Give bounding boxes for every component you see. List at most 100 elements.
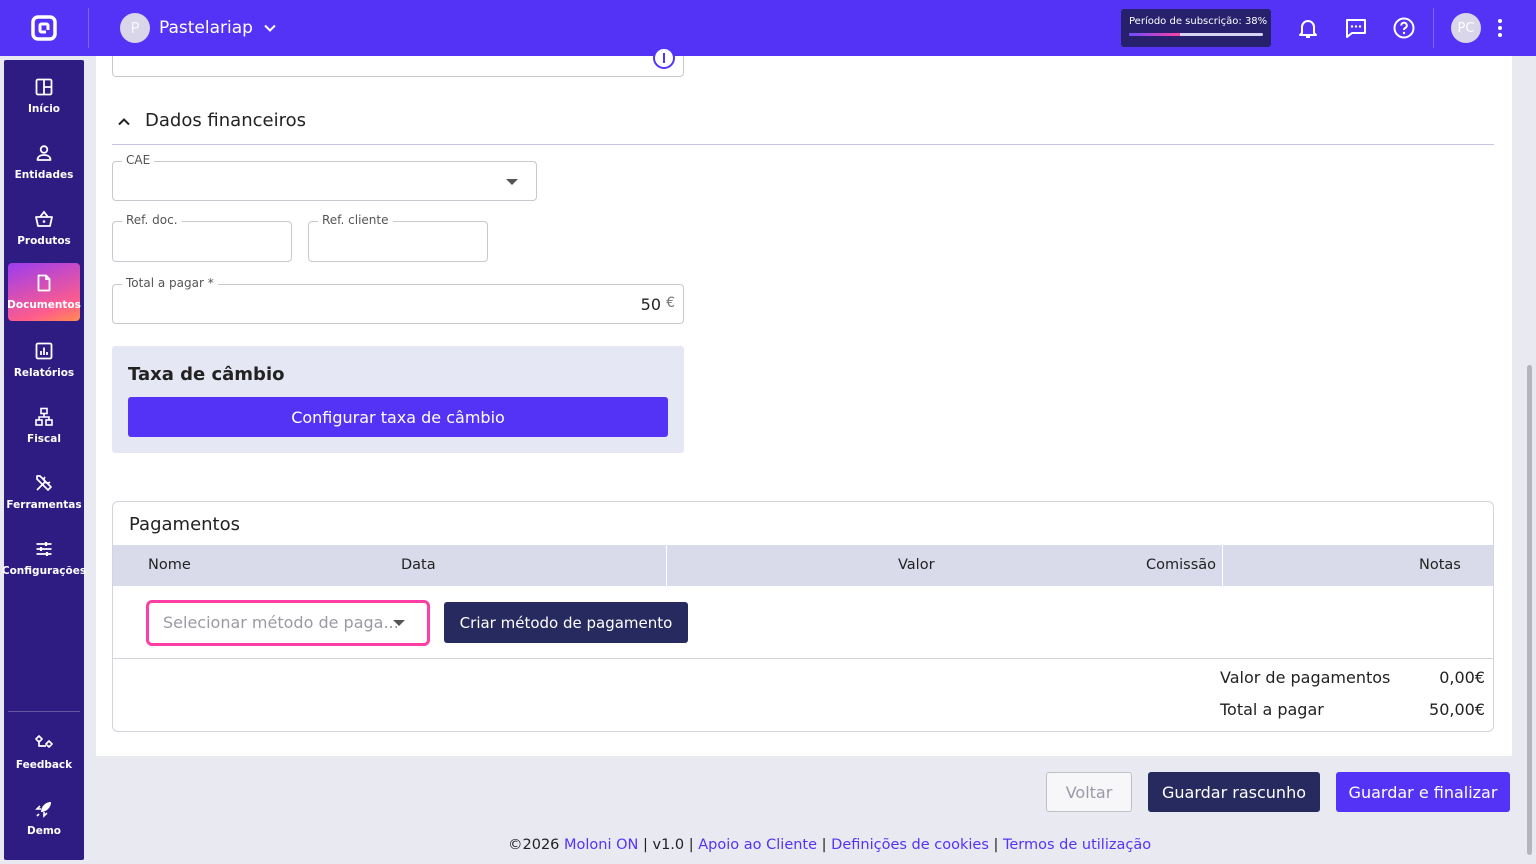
cae-label: CAE: [122, 153, 155, 167]
rocket-icon: [35, 802, 51, 818]
column-header-data: Data: [401, 557, 436, 573]
sidebar-divider: [8, 711, 80, 712]
ref-client-label: Ref. cliente: [318, 213, 393, 227]
sidebar-item-relatorios[interactable]: Relatórios: [8, 331, 80, 389]
user-avatar[interactable]: PC: [1451, 13, 1481, 43]
ref-doc-field[interactable]: Ref. doc.: [112, 213, 292, 262]
footer-version: v1.0: [652, 837, 685, 853]
payment-method-placeholder: Selecionar método de paga...: [163, 613, 399, 632]
save-draft-button[interactable]: Guardar rascunho: [1148, 772, 1320, 812]
bell-icon[interactable]: [1296, 16, 1320, 40]
create-payment-method-button[interactable]: Criar método de pagamento: [444, 602, 688, 643]
footer-support-link[interactable]: Apoio ao Cliente: [698, 837, 817, 853]
chevron-up-icon: [118, 118, 130, 126]
page-scrollbar[interactable]: [1527, 365, 1532, 855]
sidebar: Início Entidades Produtos Documentos Rel…: [2, 60, 86, 860]
help-icon[interactable]: [1392, 16, 1416, 40]
company-switcher[interactable]: P Pastelariap: [120, 13, 277, 43]
sidebar-item-documentos[interactable]: Documentos: [7, 263, 81, 321]
sidebar-item-label: Entidades: [14, 169, 74, 181]
feedback-icon: [35, 735, 53, 748]
document-icon: [37, 274, 51, 292]
footer-cookies-link[interactable]: Definições de cookies: [831, 837, 989, 853]
exchange-rate-title: Taxa de câmbio: [128, 364, 285, 385]
footer-brand-link[interactable]: Moloni ON: [564, 837, 638, 853]
sidebar-item-entidades[interactable]: Entidades: [8, 133, 80, 191]
total-to-pay-label: Total a pagar *: [122, 276, 218, 290]
person-icon: [36, 145, 52, 161]
sidebar-item-feedback[interactable]: Feedback: [8, 723, 80, 781]
header-divider: [88, 8, 89, 48]
header-divider: [1433, 8, 1434, 48]
currency-symbol: €: [666, 295, 675, 311]
caret-down-icon: [393, 620, 405, 626]
sidebar-item-inicio[interactable]: Início: [8, 67, 80, 125]
company-avatar: P: [120, 13, 150, 43]
add-circle-icon[interactable]: [652, 46, 676, 70]
payments-value-label: Valor de pagamentos: [1220, 668, 1391, 687]
table-divider: [113, 658, 1493, 659]
total-to-pay-summary-amount: 50,00€: [1429, 700, 1485, 719]
footer-terms-link[interactable]: Termos de utilização: [1003, 837, 1151, 853]
previous-field[interactable]: [112, 56, 684, 77]
footer-copyright: ©2026: [508, 837, 560, 853]
report-icon: [35, 342, 53, 360]
footer: ©2026 Moloni ON | v1.0 | Apoio ao Client…: [508, 837, 1151, 853]
footer-separator: |: [993, 837, 999, 853]
total-to-pay-field[interactable]: Total a pagar * 50 €: [112, 276, 684, 324]
column-divider: [666, 545, 667, 586]
payments-title: Pagamentos: [129, 514, 240, 535]
sliders-icon: [36, 542, 52, 556]
payments-panel: Pagamentos Nome Data Valor Comissão Nota…: [112, 501, 1494, 732]
cae-select[interactable]: CAE: [112, 153, 537, 201]
sidebar-item-label: Configurações: [1, 565, 87, 577]
chevron-down-icon: [264, 24, 276, 32]
sidebar-item-label: Início: [27, 103, 61, 115]
payment-method-select[interactable]: Selecionar método de paga...: [146, 600, 430, 646]
column-header-notas: Notas: [1419, 557, 1461, 573]
sidebar-item-label: Documentos: [7, 299, 81, 311]
total-to-pay-summary-label: Total a pagar: [1220, 700, 1324, 719]
company-name: Pastelariap: [159, 18, 253, 38]
moloni-logo-icon[interactable]: [30, 14, 58, 42]
ref-client-field[interactable]: Ref. cliente: [308, 213, 488, 262]
column-header-comissao: Comissão: [1146, 557, 1217, 573]
sidebar-item-label: Feedback: [15, 759, 73, 771]
save-finalize-button[interactable]: Guardar e finalizar: [1336, 772, 1510, 812]
sidebar-item-ferramentas[interactable]: Ferramentas: [6, 463, 82, 521]
top-bar: P Pastelariap Período de subscrição: 38%…: [0, 0, 1536, 56]
sidebar-item-produtos[interactable]: Produtos: [8, 199, 80, 257]
caret-down-icon: [506, 179, 518, 185]
column-header-nome: Nome: [148, 557, 191, 573]
financial-section-header[interactable]: Dados financeiros: [112, 110, 1494, 145]
sidebar-item-label: Produtos: [17, 235, 71, 247]
ref-doc-label: Ref. doc.: [122, 213, 182, 227]
basket-icon: [35, 210, 53, 227]
more-options-icon[interactable]: [1490, 17, 1510, 39]
footer-separator: |: [688, 837, 694, 853]
sidebar-item-label: Ferramentas: [6, 499, 82, 511]
subscription-progress-bar: [1129, 33, 1263, 36]
footer-separator: |: [643, 837, 648, 853]
dashboard-icon: [35, 78, 53, 96]
sidebar-item-configuracoes[interactable]: Configurações: [2, 529, 86, 587]
back-button[interactable]: Voltar: [1046, 772, 1132, 812]
payments-value-amount: 0,00€: [1439, 668, 1485, 687]
tools-icon: [36, 475, 52, 491]
configure-exchange-rate-button[interactable]: Configurar taxa de câmbio: [128, 397, 668, 437]
subscription-progress-fill: [1129, 33, 1180, 36]
column-divider: [1222, 545, 1223, 586]
sidebar-item-label: Demo: [27, 825, 61, 837]
document-form-card: Dados financeiros CAE Ref. doc. Ref. cli…: [96, 47, 1512, 756]
sidebar-item-demo[interactable]: Demo: [8, 789, 80, 847]
chat-icon[interactable]: [1344, 16, 1368, 40]
section-title: Dados financeiros: [145, 110, 306, 131]
subscription-text: Período de subscrição: 38%: [1129, 16, 1268, 27]
footer-separator: |: [821, 837, 827, 853]
total-to-pay-value: 50: [640, 295, 661, 314]
exchange-rate-panel: Taxa de câmbio Configurar taxa de câmbio: [112, 346, 684, 453]
sidebar-item-label: Fiscal: [27, 433, 61, 445]
sidebar-item-fiscal[interactable]: Fiscal: [8, 397, 80, 455]
payments-table-header: Nome Data Valor Comissão Notas: [113, 545, 1493, 586]
subscription-status[interactable]: Período de subscrição: 38%: [1121, 9, 1271, 47]
